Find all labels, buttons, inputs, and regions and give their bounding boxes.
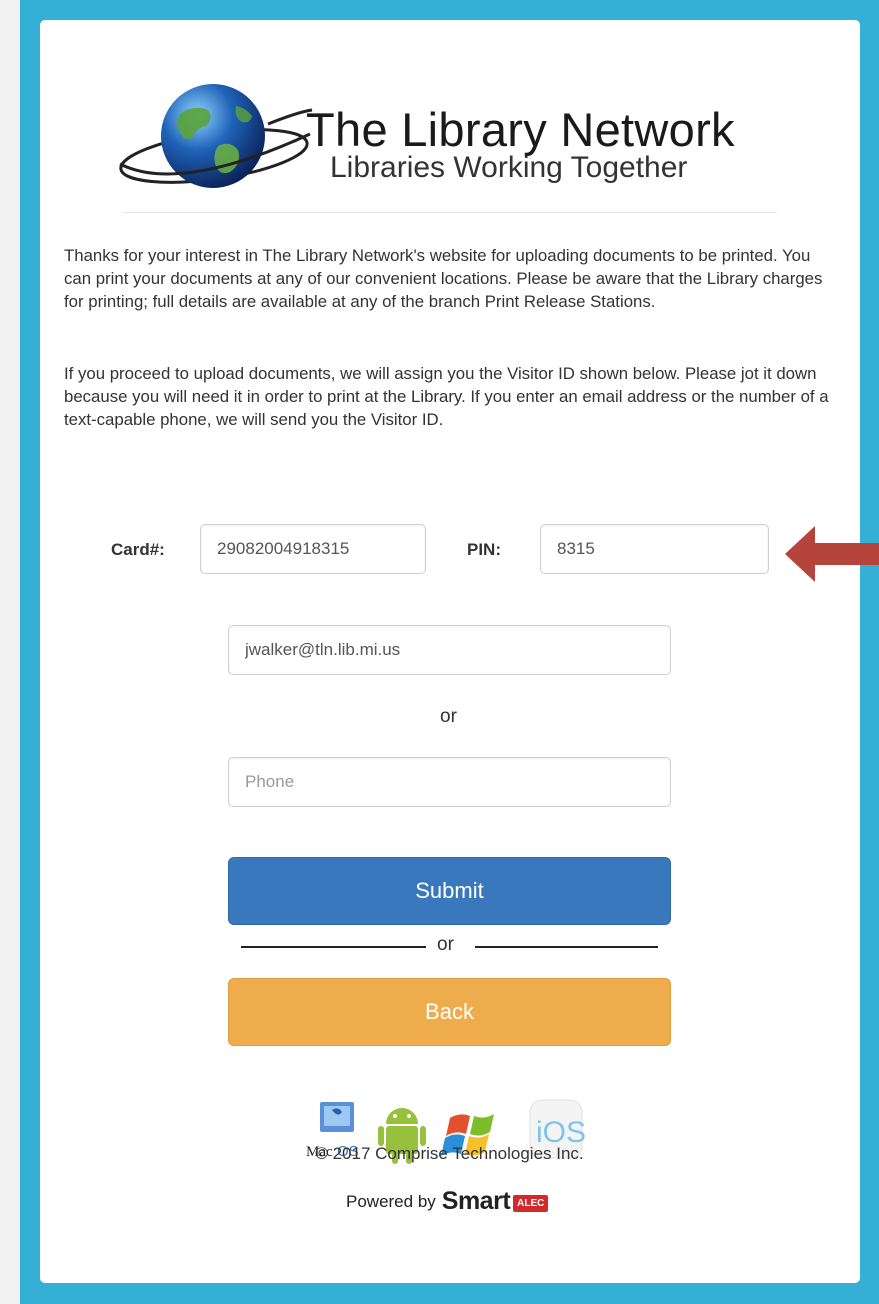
library-network-logo: The Library Network Libraries Working To… — [118, 84, 778, 194]
powered-by: Powered by Smart ALEC — [346, 1187, 549, 1216]
pointer-arrow-icon — [785, 526, 879, 582]
separator-line-left — [241, 946, 426, 948]
pin-input[interactable] — [540, 524, 769, 574]
separator-line-right — [475, 946, 658, 948]
powered-by-label: Powered by — [346, 1191, 436, 1211]
back-button[interactable]: Back — [228, 978, 671, 1046]
pin-label: PIN: — [467, 540, 501, 559]
logo-title: The Library Network — [306, 103, 735, 156]
logo-tagline: Libraries Working Together — [330, 151, 688, 184]
globe-icon — [119, 84, 313, 188]
visitor-id-paragraph: If you proceed to upload documents, we w… — [64, 364, 829, 429]
intro-paragraph: Thanks for your interest in The Library … — [64, 246, 823, 311]
or-text: or — [440, 706, 457, 727]
separator-or-text: or — [437, 934, 454, 955]
phone-input[interactable] — [228, 757, 671, 807]
submit-button[interactable]: Submit — [228, 857, 671, 925]
smart-brand: Smart — [441, 1187, 511, 1215]
card-number-input[interactable] — [200, 524, 426, 574]
copyright-text: © 2017 Comprise Technologies Inc. — [315, 1144, 584, 1163]
divider — [122, 212, 777, 213]
alec-badge: ALEC — [513, 1194, 549, 1212]
card-number-label: Card#: — [111, 540, 165, 559]
email-input[interactable] — [228, 625, 671, 675]
